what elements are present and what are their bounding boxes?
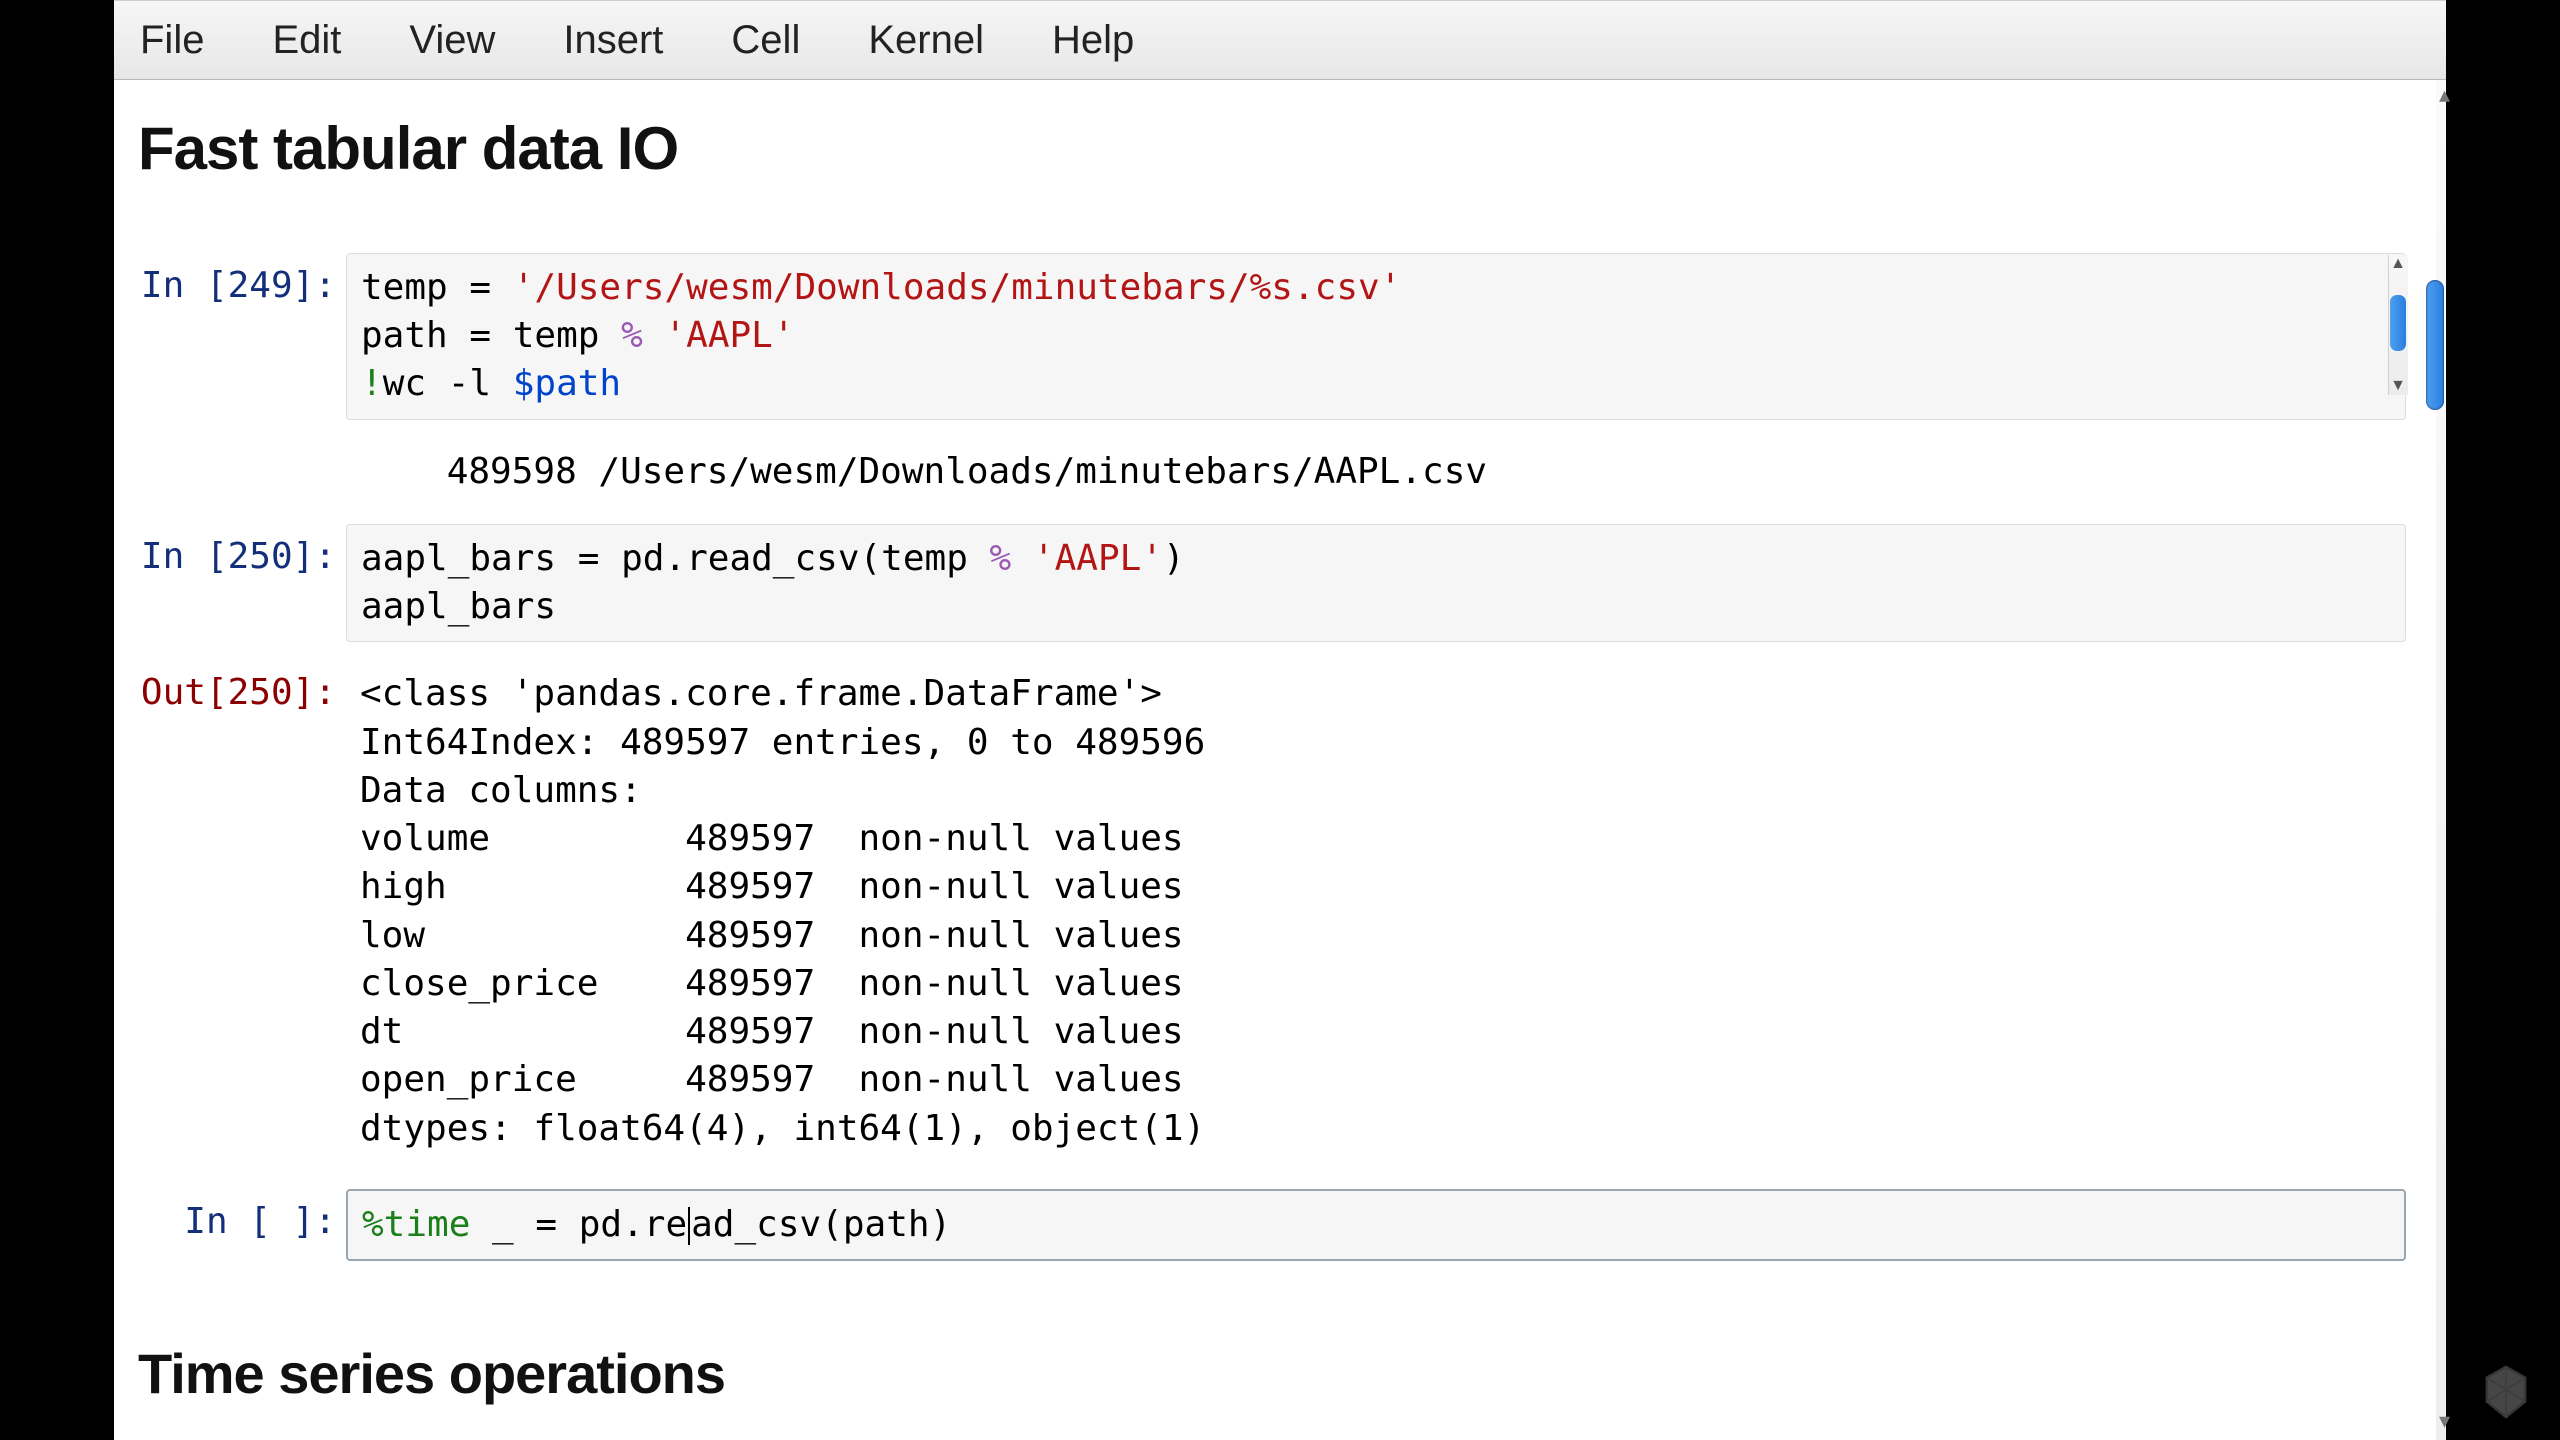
section-heading: Fast tabular data IO [138, 114, 2436, 183]
out-line: low 489597 non-null values [360, 915, 1184, 956]
code-text [1011, 538, 1033, 579]
menubar: File Edit View Insert Cell Kernel Help [114, 0, 2446, 80]
window-scroll-thumb[interactable] [2426, 280, 2444, 410]
section-heading: Time series operations [138, 1341, 2436, 1406]
scroll-up-icon[interactable]: ▴ [2439, 82, 2450, 108]
code-string: 'AAPL' [664, 315, 794, 356]
out-line: high 489597 non-null values [360, 866, 1184, 907]
code-text: aapl_bars [361, 586, 556, 627]
out-line: Data columns: [360, 770, 642, 811]
input-prompt: In [250]: [138, 524, 346, 577]
cell-scrollbar[interactable]: ▲ ▼ [2388, 255, 2408, 395]
output-cell-250: Out[250]: <class 'pandas.core.frame.Data… [138, 660, 2436, 1162]
code-magic: %time [362, 1204, 470, 1245]
code-cell-active[interactable]: In [ ]: %time _ = pd.read_csv(path) [138, 1189, 2436, 1261]
code-string: 'AAPL' [1033, 538, 1163, 579]
out-line: volume 489597 non-null values [360, 818, 1184, 859]
code-shell-var: $path [513, 363, 621, 404]
code-text: temp = [361, 267, 513, 308]
output-text: <class 'pandas.core.frame.DataFrame'> In… [346, 660, 2406, 1162]
app-window: File Edit View Insert Cell Kernel Help F… [114, 0, 2446, 1440]
menu-cell[interactable]: Cell [731, 18, 800, 63]
code-input[interactable]: aapl_bars = pd.read_csv(temp % 'AAPL') a… [346, 524, 2406, 642]
scroll-down-icon[interactable]: ▾ [2439, 1408, 2450, 1434]
menu-insert[interactable]: Insert [563, 18, 663, 63]
code-cell-249[interactable]: In [249]: temp = '/Users/wesm/Downloads/… [138, 253, 2436, 420]
code-input-active[interactable]: %time _ = pd.read_csv(path) [346, 1189, 2406, 1261]
code-string: '/Users/wesm/Downloads/minutebars/%s.csv… [513, 267, 1402, 308]
code-text: _ = pd.re [470, 1204, 687, 1245]
code-text [643, 315, 665, 356]
code-text: path = temp [361, 315, 621, 356]
scroll-down-icon[interactable]: ▼ [2388, 377, 2408, 395]
output-prompt: Out[250]: [138, 660, 346, 713]
menu-file[interactable]: File [140, 18, 204, 63]
watermark-logo-icon [2482, 1364, 2530, 1420]
code-op: % [990, 538, 1012, 579]
out-line: dt 489597 non-null values [360, 1011, 1184, 1052]
code-cell-250[interactable]: In [250]: aapl_bars = pd.read_csv(temp %… [138, 524, 2436, 642]
code-op: % [621, 315, 643, 356]
code-input[interactable]: temp = '/Users/wesm/Downloads/minutebars… [346, 253, 2406, 420]
scroll-thumb[interactable] [2390, 295, 2406, 351]
code-text: ad_csv(path) [691, 1204, 951, 1245]
code-text: ) [1163, 538, 1185, 579]
input-prompt: In [249]: [138, 253, 346, 306]
menu-help[interactable]: Help [1052, 18, 1134, 63]
notebook-inner: Fast tabular data IO In [249]: temp = '/… [114, 80, 2436, 1406]
menu-view[interactable]: View [409, 18, 495, 63]
out-line: Int64Index: 489597 entries, 0 to 489596 [360, 722, 1205, 763]
stage: File Edit View Insert Cell Kernel Help F… [0, 0, 2560, 1440]
out-line: close_price 489597 non-null values [360, 963, 1184, 1004]
code-shell: wc -l [383, 363, 513, 404]
notebook-area: Fast tabular data IO In [249]: temp = '/… [114, 80, 2436, 1440]
code-bang: ! [361, 363, 383, 404]
scroll-up-icon[interactable]: ▲ [2388, 255, 2408, 273]
output-cell-249: 489598 /Users/wesm/Downloads/minutebars/… [138, 438, 2436, 506]
stdout-text: 489598 /Users/wesm/Downloads/minutebars/… [346, 438, 2406, 506]
out-line: <class 'pandas.core.frame.DataFrame'> [360, 673, 1162, 714]
menu-edit[interactable]: Edit [272, 18, 341, 63]
input-prompt: In [ ]: [138, 1189, 346, 1242]
output-prompt-empty [138, 438, 346, 450]
out-line: dtypes: float64(4), int64(1), object(1) [360, 1108, 1205, 1149]
code-text: aapl_bars = pd.read_csv(temp [361, 538, 990, 579]
menu-kernel[interactable]: Kernel [868, 18, 984, 63]
out-line: open_price 489597 non-null values [360, 1059, 1184, 1100]
text-caret [688, 1207, 690, 1245]
